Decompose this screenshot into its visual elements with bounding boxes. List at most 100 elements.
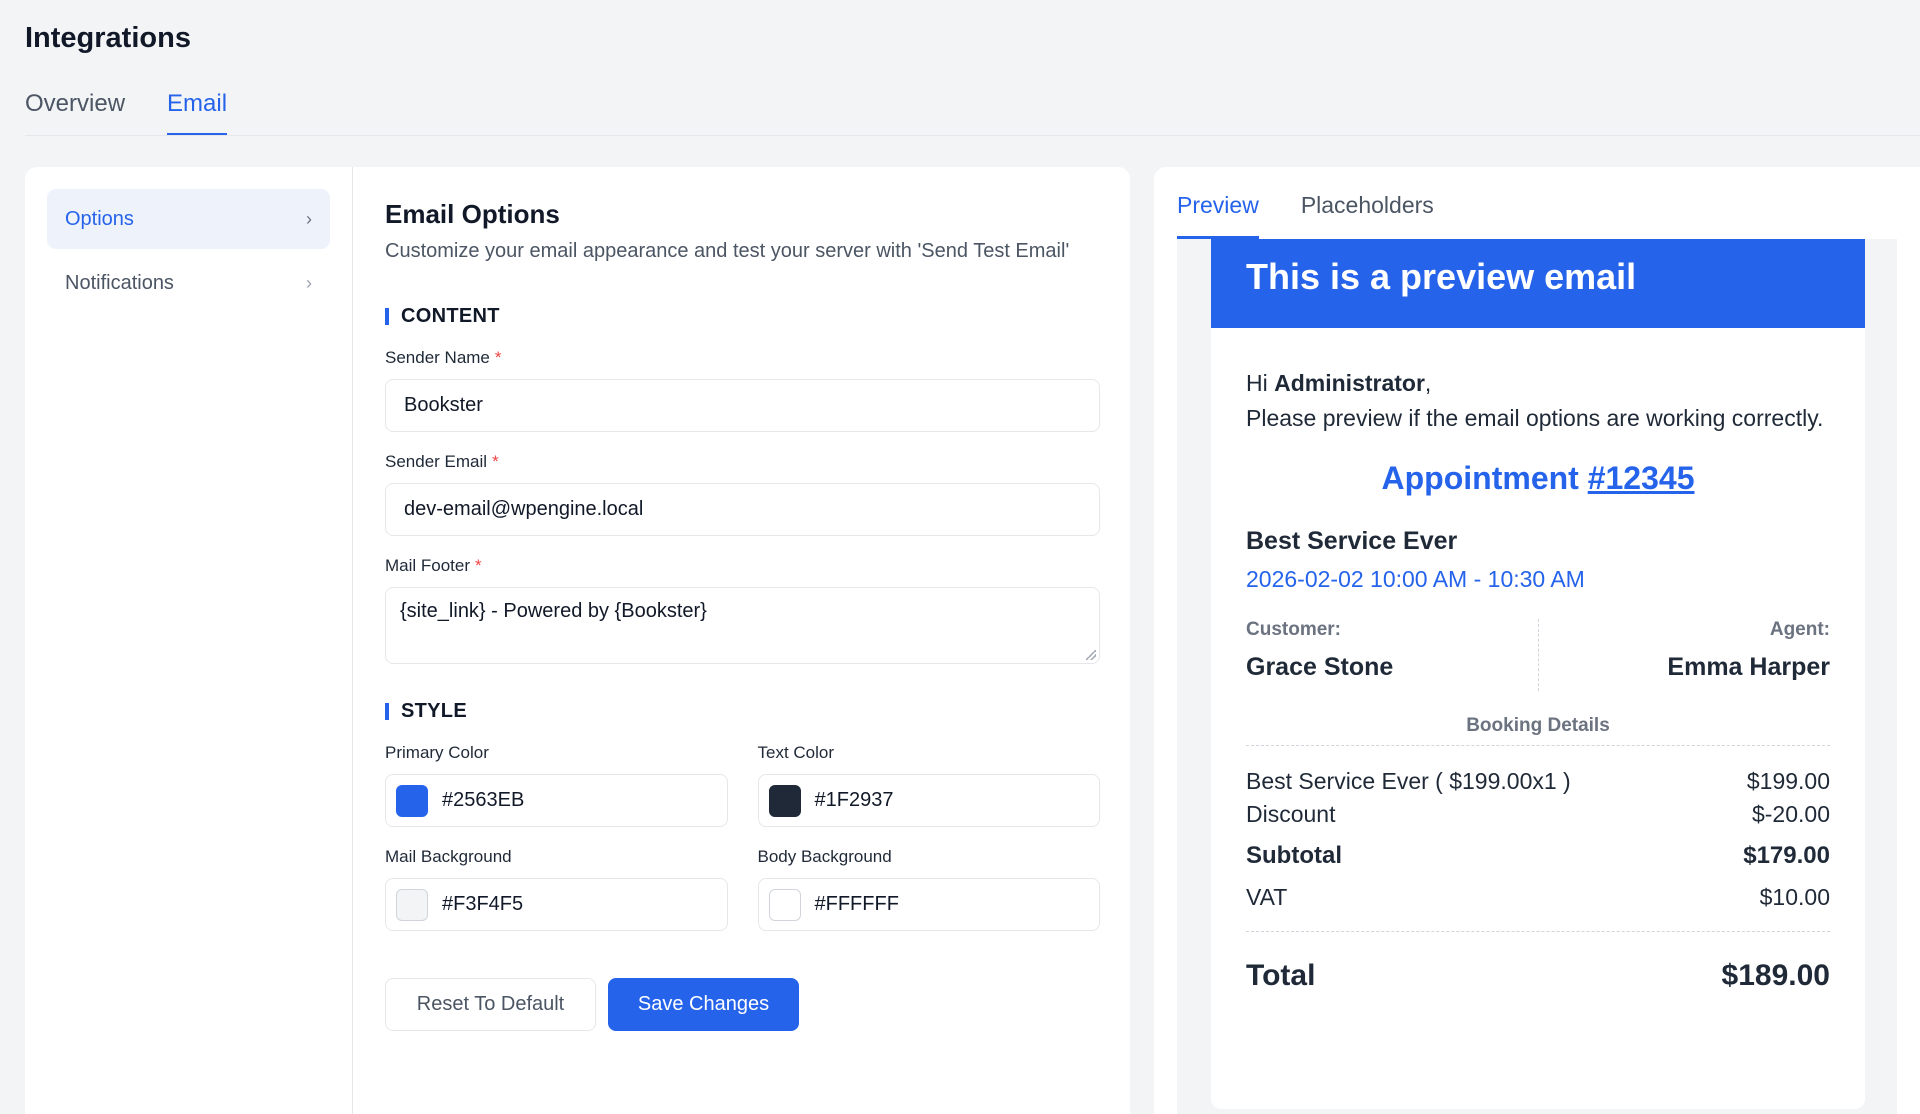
- tab-placeholders[interactable]: Placeholders: [1301, 167, 1434, 239]
- sender-email-input[interactable]: dev-email@wpengine.local: [385, 483, 1100, 536]
- sender-email-value: dev-email@wpengine.local: [404, 498, 644, 520]
- body-background-input[interactable]: #FFFFFF: [757, 878, 1100, 931]
- line-item-value: $10.00: [1759, 884, 1830, 910]
- text-color-value: #1F2937: [814, 789, 894, 811]
- email-message: Please preview if the email options are …: [1246, 405, 1824, 431]
- preview-email: This is a preview email Hi Administrator…: [1211, 239, 1865, 1109]
- body-background-label: Body Background: [757, 847, 892, 866]
- email-header: This is a preview email: [1211, 239, 1865, 328]
- service-time: 2026-02-02 10:00 AM - 10:30 AM: [1246, 566, 1585, 592]
- email-greeting: Hi Administrator,: [1246, 366, 1830, 401]
- primary-color-input[interactable]: #2563EB: [385, 774, 728, 827]
- agent-label: Agent:: [1769, 619, 1830, 640]
- body-background-swatch[interactable]: [768, 888, 801, 921]
- service-name: Best Service Ever: [1246, 527, 1458, 555]
- mail-background-field: Mail Background #F3F4F5: [385, 847, 728, 931]
- line-item-label: VAT: [1246, 884, 1288, 910]
- line-item-value: $-20.00: [1751, 801, 1830, 827]
- sender-name-label: Sender Name *: [385, 348, 1100, 368]
- sender-email-label-text: Sender Email: [385, 452, 488, 471]
- line-item-value: $179.00: [1743, 842, 1830, 869]
- body-background-value: #FFFFFF: [814, 893, 899, 915]
- required-mark: *: [494, 348, 502, 367]
- side-nav: Options › Notifications ›: [25, 167, 353, 1114]
- mail-background-label: Mail Background: [385, 847, 512, 866]
- email-options-card: Options › Notifications › Email Options …: [25, 167, 1130, 1114]
- page-title: Integrations: [25, 22, 191, 54]
- color-row-2: Mail Background #F3F4F5 Body Background …: [385, 847, 1100, 931]
- content-section-heading: CONTENT: [385, 305, 1100, 328]
- section-accent-bar: [385, 308, 389, 325]
- appointment-number-link[interactable]: #12345: [1588, 460, 1695, 496]
- appointment-heading: Appointment #12345: [1246, 460, 1830, 497]
- form-subtitle: Customize your email appearance and test…: [385, 240, 1070, 262]
- subtotal-row: Subtotal $179.00: [1246, 842, 1830, 870]
- greeting-suffix: ,: [1424, 370, 1432, 396]
- form-actions: Reset To Default Save Changes: [385, 978, 1100, 1031]
- tab-preview[interactable]: Preview: [1177, 167, 1259, 239]
- top-tabs: Overview Email: [25, 88, 228, 136]
- color-row-1: Primary Color #2563EB Text Color #1F2937: [385, 743, 1100, 827]
- sender-email-label: Sender Email *: [385, 452, 1100, 472]
- chevron-right-icon: ›: [306, 272, 312, 293]
- mail-footer-value: {site_link} - Powered by {Bookster}: [400, 600, 707, 622]
- mail-footer-textarea[interactable]: {site_link} - Powered by {Bookster}: [385, 587, 1100, 664]
- booking-details-title: Booking Details: [1246, 715, 1830, 746]
- content-section-label: CONTENT: [401, 305, 500, 327]
- total-label: Total: [1246, 959, 1316, 992]
- mail-background-value: #F3F4F5: [442, 893, 524, 915]
- preview-card: Preview Placeholders This is a preview e…: [1154, 167, 1920, 1114]
- tab-overview[interactable]: Overview: [25, 88, 125, 136]
- line-item: Best Service Ever ( $199.00x1 ) $199.00: [1246, 768, 1830, 795]
- greeting-prefix: Hi: [1246, 370, 1268, 396]
- sender-name-label-text: Sender Name: [385, 348, 490, 367]
- mail-footer-label-text: Mail Footer: [385, 556, 471, 575]
- style-section-label: STYLE: [401, 700, 467, 722]
- text-color-input[interactable]: #1F2937: [757, 774, 1100, 827]
- save-changes-button[interactable]: Save Changes: [608, 978, 799, 1031]
- preview-tabs: Preview Placeholders: [1177, 167, 1434, 239]
- resize-handle-icon[interactable]: [1086, 650, 1096, 660]
- primary-color-value: #2563EB: [442, 789, 525, 811]
- people-row: Customer: Grace Stone Agent: Emma Harper: [1246, 619, 1830, 691]
- reset-to-default-button[interactable]: Reset To Default: [385, 978, 596, 1031]
- line-item: Discount $-20.00: [1246, 801, 1830, 828]
- email-body: Hi Administrator, Please preview if the …: [1211, 328, 1865, 993]
- total-value: $189.00: [1721, 959, 1830, 992]
- appointment-label: Appointment: [1381, 460, 1579, 496]
- chevron-right-icon: ›: [306, 208, 312, 229]
- page-header: Integrations Overview Email: [0, 0, 1920, 136]
- primary-color-swatch[interactable]: [396, 784, 428, 817]
- greeting-name: Administrator: [1274, 370, 1425, 396]
- sidebar-item-label: Options: [65, 207, 134, 230]
- text-color-field: Text Color #1F2937: [757, 743, 1100, 827]
- mail-background-swatch[interactable]: [396, 888, 428, 921]
- tab-email[interactable]: Email: [167, 88, 228, 136]
- text-color-swatch[interactable]: [768, 784, 801, 817]
- mail-background-input[interactable]: #F3F4F5: [385, 878, 728, 931]
- customer-name: Grace Stone: [1246, 653, 1394, 681]
- agent-block: Agent: Emma Harper: [1537, 619, 1830, 691]
- preview-mail-background: This is a preview email Hi Administrator…: [1177, 239, 1897, 1114]
- required-mark: *: [492, 452, 499, 471]
- customer-block: Customer: Grace Stone: [1246, 619, 1538, 691]
- sender-name-input[interactable]: Bookster: [385, 379, 1100, 432]
- header-divider: [25, 135, 1920, 136]
- form-title: Email Options: [385, 199, 560, 229]
- text-color-label: Text Color: [757, 743, 835, 762]
- sidebar-item-notifications[interactable]: Notifications ›: [47, 253, 330, 313]
- required-mark: *: [475, 556, 482, 575]
- agent-name: Emma Harper: [1667, 653, 1830, 681]
- primary-color-label: Primary Color: [385, 743, 489, 762]
- email-options-form: Email Options Customize your email appea…: [385, 199, 1100, 1031]
- customer-label: Customer:: [1246, 619, 1342, 640]
- vat-row: VAT $10.00: [1246, 884, 1830, 911]
- section-accent-bar: [385, 703, 389, 720]
- primary-color-field: Primary Color #2563EB: [385, 743, 728, 827]
- body-background-field: Body Background #FFFFFF: [757, 847, 1100, 931]
- line-item-label: Discount: [1246, 801, 1336, 827]
- line-item-value: $199.00: [1746, 768, 1830, 794]
- line-item-label: Subtotal: [1246, 842, 1342, 869]
- sender-name-value: Bookster: [404, 394, 483, 416]
- sidebar-item-options[interactable]: Options ›: [47, 189, 330, 249]
